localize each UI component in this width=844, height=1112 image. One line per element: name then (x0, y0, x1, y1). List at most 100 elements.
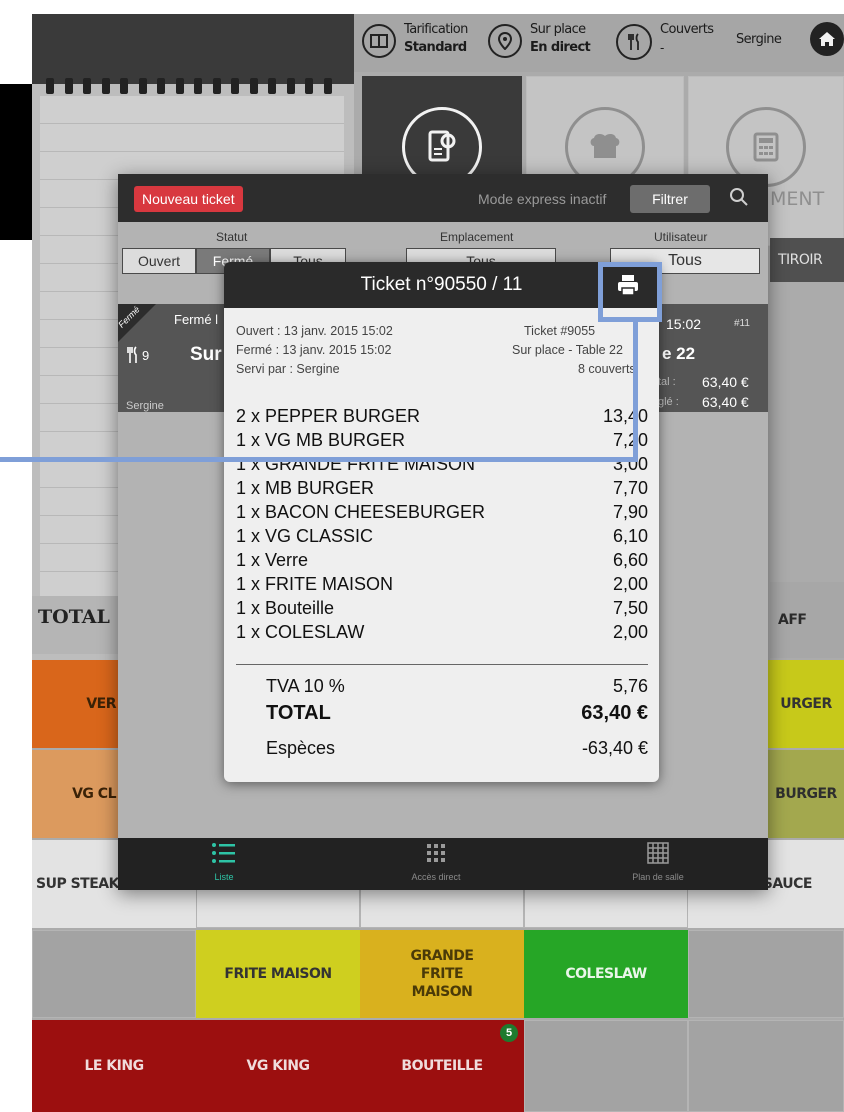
nav-floor-plan-label: Plan de salle (632, 872, 684, 882)
item-label: 1 x VG CLASSIC (236, 526, 374, 546)
item-label: 1 x COLESLAW (236, 622, 365, 642)
total-label: TOTAL (266, 702, 331, 724)
tile-vg-king[interactable]: VG KING (196, 1020, 360, 1112)
item-price: 7,70 (612, 478, 648, 498)
callout-connector-horizontal (0, 457, 638, 462)
order-panel-header (32, 14, 354, 84)
empty-tile[interactable] (32, 930, 196, 1018)
receipt-line: 1 x COLESLAW 2,00 (236, 620, 648, 644)
item-label: 1 x Verre (236, 550, 309, 570)
card-paid-label: glé : (658, 396, 679, 408)
modal-footer-nav: Liste Accès direct Plan de salle (118, 838, 768, 890)
drawer-button[interactable]: TIROIR (770, 238, 844, 282)
bouteille-count-badge: 5 (500, 1024, 518, 1042)
segment-label: Ouvert (137, 253, 180, 269)
express-mode-status: Mode express inactif (478, 191, 607, 207)
aff-label: AFF (778, 612, 807, 628)
item-price: 13,40 (602, 406, 648, 426)
empty-tile[interactable] (688, 1020, 844, 1112)
empty-tile[interactable] (688, 930, 844, 1018)
tile-burger-right[interactable]: URGER (768, 660, 844, 748)
receipt-header: Ticket n°90550 / 11 (224, 262, 659, 308)
location-pin-icon (488, 24, 522, 58)
item-label: 1 x MB BURGER (236, 478, 375, 498)
status-open-toggle[interactable]: Ouvert (122, 248, 196, 274)
payment-partial-label: MENT (770, 188, 825, 210)
payment-value: -63,40 € (581, 738, 648, 758)
card-paid: 63,40 € (702, 394, 749, 410)
tile-label: VG KING (246, 1058, 310, 1074)
covers-value: - (660, 40, 665, 55)
user-name[interactable]: Sergine (736, 32, 782, 47)
home-icon[interactable] (810, 22, 844, 56)
receipt-ticket-ref: Ticket #9055 (524, 324, 596, 338)
covers-selector[interactable]: Couverts - (616, 22, 726, 62)
tile-frite-maison[interactable]: FRITE MAISON (196, 930, 360, 1018)
nav-list[interactable]: Liste (164, 842, 284, 882)
nav-direct-access[interactable]: Accès direct (376, 842, 496, 882)
receipt-line: 1 x Bouteille 7,50 (236, 596, 648, 620)
total-value: 63,40 € (581, 702, 648, 724)
grid-icon (376, 842, 496, 872)
tile-label: VER (86, 696, 116, 712)
tile-le-king[interactable]: LE KING (32, 1020, 196, 1112)
side-shadow (0, 84, 32, 240)
item-price: 2,00 (612, 574, 648, 594)
print-callout-highlight (598, 262, 662, 322)
location-title: Sur place (530, 22, 586, 37)
covers-title: Couverts (660, 22, 714, 37)
item-price: 2,00 (612, 622, 648, 642)
item-price: 7,90 (612, 502, 648, 522)
card-table: e 22 (662, 344, 696, 363)
location-selector[interactable]: Sur place En direct (488, 22, 608, 62)
card-number: #11 (734, 318, 750, 329)
receipt-line: 1 x BACON CHEESEBURGER 7,90 (236, 500, 648, 524)
receipt-covers: 8 couverts (578, 362, 636, 376)
receipt-line: 1 x FRITE MAISON 2,00 (236, 572, 648, 596)
status-filter-label: Statut (216, 230, 248, 244)
tile-grande-frite[interactable]: GRANDE FRITE MAISON (360, 930, 524, 1018)
right-item-aff[interactable]: AFF (770, 582, 844, 658)
card-covers-icon (126, 346, 138, 369)
nav-list-label: Liste (214, 872, 234, 882)
user-filter-label: Utilisateur (654, 230, 708, 244)
card-location: Sur (190, 344, 222, 365)
item-label: 1 x VG MB BURGER (236, 430, 406, 450)
card-user: Sergine (126, 400, 164, 412)
empty-tile[interactable] (524, 1020, 688, 1112)
nav-direct-label: Accès direct (411, 872, 461, 882)
payment-label: Espèces (266, 738, 336, 758)
item-label: 1 x GRANDE FRITE MAISON (236, 454, 476, 474)
receipt-line: 1 x GRANDE FRITE MAISON 3,00 (236, 452, 648, 476)
pricing-selector[interactable]: Tarification Standard (362, 22, 482, 62)
new-ticket-button[interactable]: Nouveau ticket (134, 186, 243, 212)
item-price: 6,10 (612, 526, 648, 546)
pricing-value: Standard (404, 40, 467, 55)
tile-label: URGER (780, 696, 832, 712)
floor-plan-icon (598, 842, 718, 872)
tile-label: COLESLAW (565, 966, 647, 982)
tile-label: LE KING (84, 1058, 144, 1074)
ticket-receipt-popup: Ticket n°90550 / 11 Ouvert : 13 janv. 20… (224, 262, 659, 782)
item-label: 1 x FRITE MAISON (236, 574, 394, 594)
tva-value: 5,76 (612, 676, 648, 696)
tile-coleslaw[interactable]: COLESLAW (524, 930, 688, 1018)
receipt-opened: Ouvert : 13 janv. 2015 15:02 (236, 324, 393, 338)
tile-burger-right-2[interactable]: BURGER (768, 750, 844, 838)
card-closed-text: Fermé l (174, 312, 219, 327)
filter-button[interactable]: Filtrer (630, 185, 710, 213)
item-price: 3,00 (612, 454, 648, 474)
tile-label: BURGER (775, 786, 837, 802)
cutlery-icon (616, 24, 652, 60)
search-icon[interactable] (728, 186, 750, 208)
card-total-label: tal : (658, 376, 676, 388)
receipt-served-by: Servi par : Sergine (236, 362, 340, 376)
drawer-label: TIROIR (778, 252, 823, 268)
location-value: En direct (530, 40, 591, 55)
item-label: 2 x PEPPER BURGER (236, 406, 421, 426)
nav-floor-plan[interactable]: Plan de salle (598, 842, 718, 882)
item-label: 1 x BACON CHEESEBURGER (236, 502, 486, 522)
book-icon (362, 24, 396, 58)
item-price: 7,50 (612, 598, 648, 618)
list-icon (164, 842, 284, 872)
